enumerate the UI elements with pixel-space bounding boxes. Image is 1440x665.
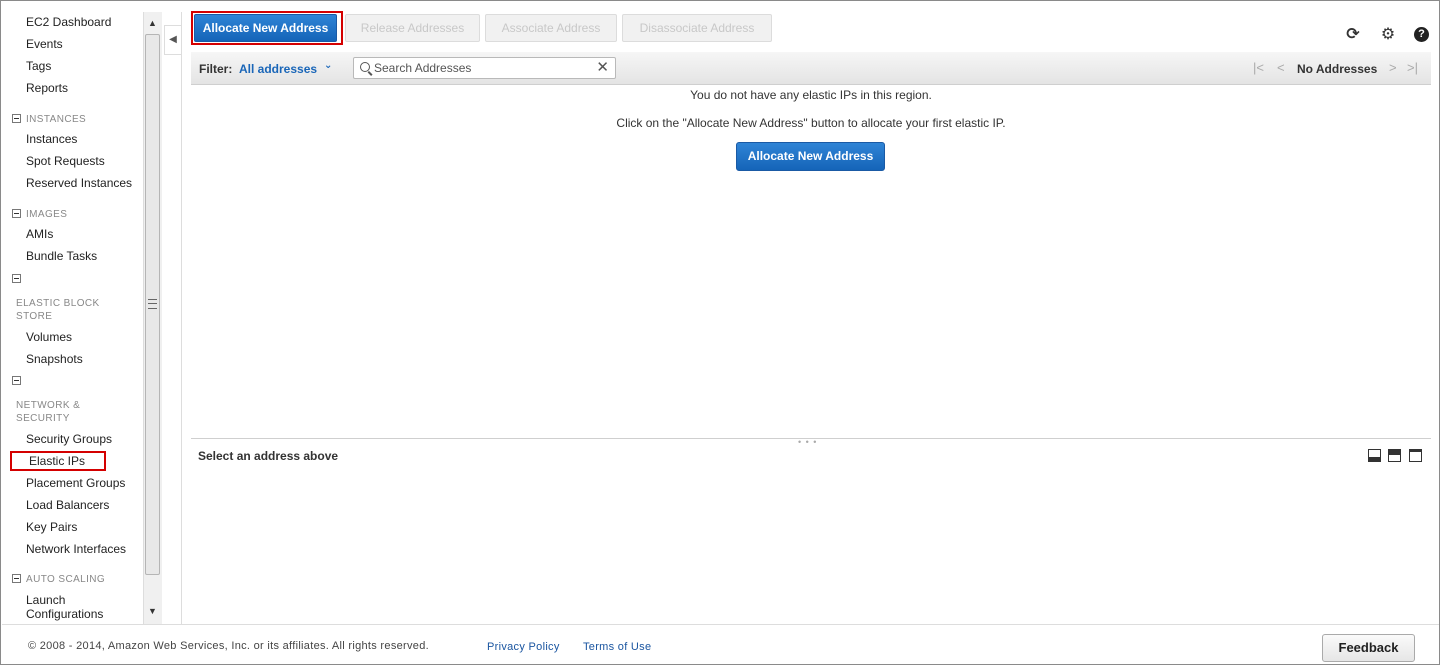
- sidebar-item-placement-groups[interactable]: Placement Groups: [26, 476, 125, 490]
- sidebar-item-security-groups[interactable]: Security Groups: [26, 432, 112, 446]
- copyright-text: © 2008 - 2014, Amazon Web Services, Inc.…: [28, 640, 429, 652]
- footer: © 2008 - 2014, Amazon Web Services, Inc.…: [2, 624, 1439, 664]
- collapse-icon[interactable]: [12, 209, 21, 218]
- grip-icon: [148, 299, 157, 309]
- sidebar: EC2 Dashboard Events Tags Reports INSTAN…: [2, 2, 143, 624]
- layout-split-icon[interactable]: [1388, 449, 1401, 462]
- filter-label: Filter:: [199, 62, 233, 76]
- allocate-new-address-center-button[interactable]: Allocate New Address: [736, 142, 885, 171]
- sidebar-item-elastic-ips[interactable]: Elastic IPs: [10, 451, 106, 471]
- filter-dropdown[interactable]: All addresses: [239, 62, 317, 76]
- sidebar-item-amis[interactable]: AMIs: [26, 227, 53, 241]
- search-icon: [360, 62, 370, 72]
- sidebar-collapse-strip: [163, 12, 182, 624]
- section-auto-scaling[interactable]: AUTO SCALING: [12, 573, 105, 586]
- search-box[interactable]: ✕: [353, 57, 616, 79]
- empty-state-message: You do not have any elastic IPs in this …: [690, 88, 932, 102]
- filter-bar: Filter: All addresses ⌄ ✕ |< < No Addres…: [191, 52, 1431, 85]
- sidebar-item-events[interactable]: Events: [26, 37, 63, 51]
- terms-of-use-link[interactable]: Terms of Use: [583, 641, 651, 653]
- collapse-icon[interactable]: [12, 376, 21, 385]
- refresh-icon[interactable]: ⟳: [1343, 25, 1363, 45]
- collapse-icon[interactable]: [12, 574, 21, 583]
- sidebar-item-snapshots[interactable]: Snapshots: [26, 352, 83, 366]
- sidebar-item-volumes[interactable]: Volumes: [26, 330, 72, 344]
- section-network-label: NETWORK & SECURITY: [16, 400, 81, 424]
- prev-page-icon[interactable]: <: [1277, 60, 1285, 75]
- collapse-icon[interactable]: [12, 114, 21, 123]
- sidebar-item-spot-requests[interactable]: Spot Requests: [26, 154, 105, 168]
- feedback-button[interactable]: Feedback: [1322, 634, 1415, 662]
- disassociate-address-button[interactable]: Disassociate Address: [622, 14, 772, 42]
- pager-label: No Addresses: [1297, 62, 1378, 76]
- layout-bottom-icon[interactable]: [1368, 449, 1381, 462]
- sidebar-item-reserved-instances[interactable]: Reserved Instances: [26, 176, 132, 190]
- collapse-sidebar-icon[interactable]: ◀: [164, 25, 181, 55]
- app-frame: EC2 Dashboard Events Tags Reports INSTAN…: [0, 0, 1440, 665]
- first-page-icon[interactable]: |<: [1253, 60, 1264, 75]
- next-page-icon[interactable]: >: [1389, 60, 1397, 75]
- privacy-policy-link[interactable]: Privacy Policy: [487, 641, 560, 653]
- sidebar-item-reports[interactable]: Reports: [26, 81, 68, 95]
- detail-pane-title: Select an address above: [198, 449, 339, 463]
- empty-state-hint: Click on the "Allocate New Address" butt…: [616, 116, 1006, 130]
- search-input[interactable]: [374, 60, 594, 76]
- sidebar-item-load-balancers[interactable]: Load Balancers: [26, 498, 109, 512]
- highlight-box: [191, 11, 343, 45]
- release-addresses-button[interactable]: Release Addresses: [345, 14, 480, 42]
- section-ebs-label: ELASTIC BLOCK STORE: [16, 298, 100, 322]
- section-instances[interactable]: INSTANCES: [12, 113, 86, 126]
- help-icon[interactable]: ?: [1414, 27, 1429, 42]
- sidebar-item-key-pairs[interactable]: Key Pairs: [26, 520, 77, 534]
- sidebar-item-tags[interactable]: Tags: [26, 59, 51, 73]
- sidebar-item-launch-configurations[interactable]: Launch Configurations: [26, 593, 126, 621]
- scroll-down-icon[interactable]: ▼: [146, 605, 159, 617]
- layout-top-icon[interactable]: [1409, 449, 1422, 462]
- drag-handle-icon[interactable]: • • •: [798, 437, 817, 447]
- last-page-icon[interactable]: >|: [1407, 60, 1418, 75]
- collapse-icon[interactable]: [12, 274, 21, 283]
- sidebar-item-ec2-dashboard[interactable]: EC2 Dashboard: [26, 15, 111, 29]
- section-images[interactable]: IMAGES: [12, 208, 67, 221]
- close-icon[interactable]: ✕: [596, 59, 609, 77]
- sidebar-item-network-interfaces[interactable]: Network Interfaces: [26, 542, 126, 556]
- sidebar-item-instances[interactable]: Instances: [26, 132, 77, 146]
- associate-address-button[interactable]: Associate Address: [485, 14, 617, 42]
- chevron-down-icon[interactable]: ⌄: [324, 60, 332, 71]
- sidebar-item-bundle-tasks[interactable]: Bundle Tasks: [26, 249, 97, 263]
- gear-icon[interactable]: ⚙: [1378, 25, 1398, 45]
- scroll-up-icon[interactable]: ▲: [146, 17, 159, 29]
